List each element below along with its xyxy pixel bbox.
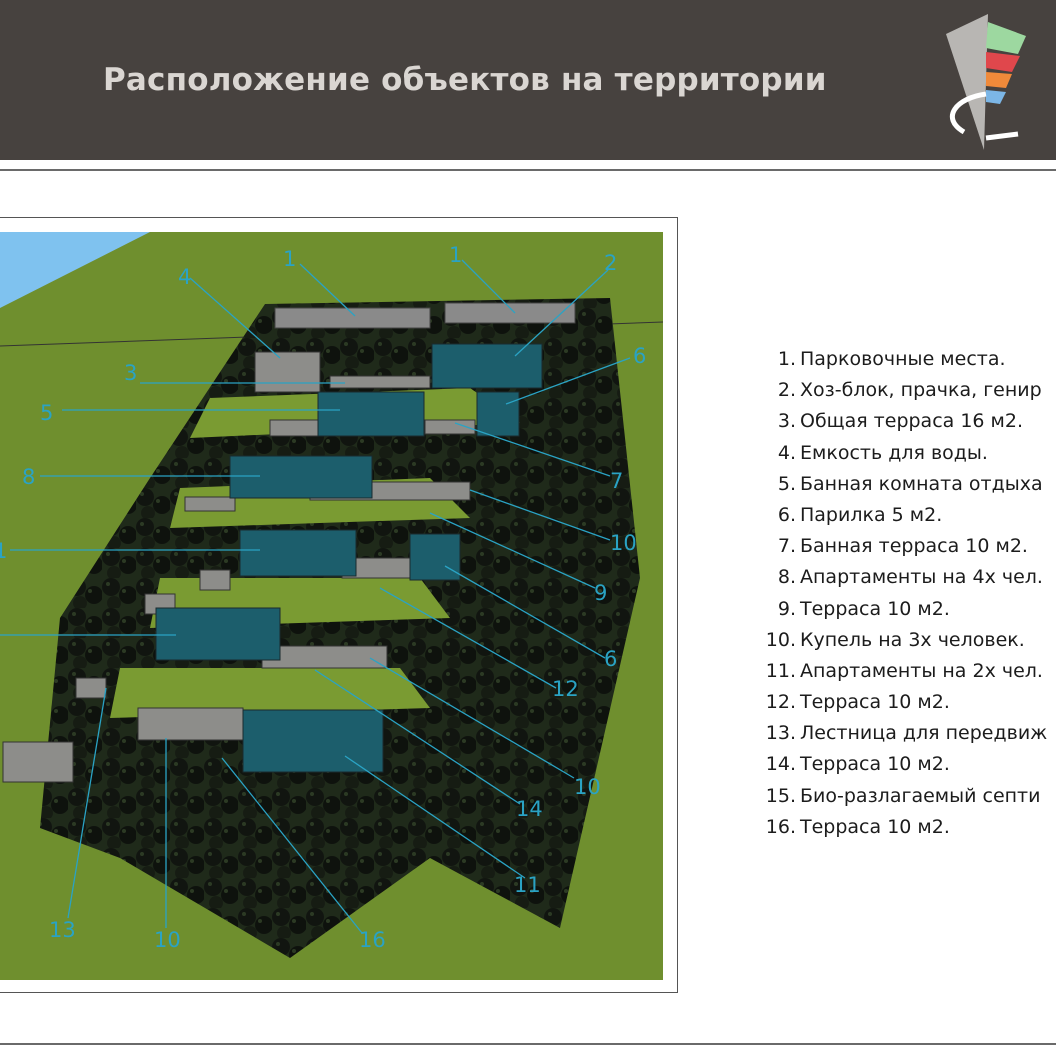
plan-label: 1 xyxy=(283,247,296,271)
legend-item: 9. Терраса 10 м2. xyxy=(777,597,950,620)
site-plan-render: 1 1 2 3 4 5 6 7 8 9 10 1 6 12 10 14 11 1… xyxy=(0,232,664,980)
plan-label: 3 xyxy=(124,361,137,385)
legend-item: 7. Банная терраса 10 м2. xyxy=(777,535,1028,558)
legend-item: 13. Лестница для передвиж xyxy=(765,722,1048,745)
legend-item: 10. Купель на 3х человек. xyxy=(765,628,1025,651)
plan-label: 13 xyxy=(49,918,76,942)
plan-label: 1 xyxy=(0,539,7,563)
plan-label: 4 xyxy=(178,265,191,289)
plan-label: 12 xyxy=(552,677,579,701)
legend-item: 2. Хоз-блок, прачка, генир xyxy=(777,379,1042,402)
site-plan-frame: 1 1 2 3 4 5 6 7 8 9 10 1 6 12 10 14 11 1… xyxy=(0,217,678,993)
bottom-divider xyxy=(0,1043,1056,1045)
slide-title: Расположение объектов на территории xyxy=(103,62,827,98)
triangle-stripes-logo-icon xyxy=(946,14,1026,150)
plan-label: 10 xyxy=(154,928,181,952)
legend-list: 1. Парковочные места. 2. Хоз-блок, прачка,… xyxy=(760,344,1056,843)
plan-label: 7 xyxy=(610,469,623,493)
legend-item: 3. Общая терраса 16 м2. xyxy=(777,410,1024,433)
plan-label: 9 xyxy=(594,581,607,605)
legend-item: 12. Терраса 10 м2. xyxy=(765,691,950,714)
legend-item: 11. Апартаменты на 2х чел. xyxy=(765,659,1043,682)
plan-label: 11 xyxy=(514,873,541,897)
plan-label: 2 xyxy=(604,251,617,275)
legend-item: 15. Био-разлагаемый септи xyxy=(765,784,1041,807)
plan-label: 10 xyxy=(574,775,601,799)
legend-item: 4. Емкость для воды. xyxy=(777,441,988,464)
plan-label: 6 xyxy=(633,344,646,368)
legend-item: 16. Терраса 10 м2. xyxy=(765,815,950,838)
plan-label: 1 xyxy=(449,243,462,267)
slide-header: Расположение объектов на территории xyxy=(0,0,1056,160)
plan-label: 16 xyxy=(359,928,386,952)
plan-label: 8 xyxy=(22,465,35,489)
plan-label: 14 xyxy=(516,797,543,821)
legend-item: 6. Парилка 5 м2. xyxy=(777,503,943,526)
legend-item: 8. Апартаменты на 4х чел. xyxy=(777,566,1043,589)
plan-label: 5 xyxy=(40,401,53,425)
plan-label: 10 xyxy=(610,531,637,555)
top-divider xyxy=(0,169,1056,171)
legend-item: 1. Парковочные места. xyxy=(777,348,1006,370)
legend-item: 14. Терраса 10 м2. xyxy=(765,753,950,776)
legend-item: 5. Банная комната отдыха xyxy=(777,472,1043,495)
plan-label: 6 xyxy=(604,647,617,671)
